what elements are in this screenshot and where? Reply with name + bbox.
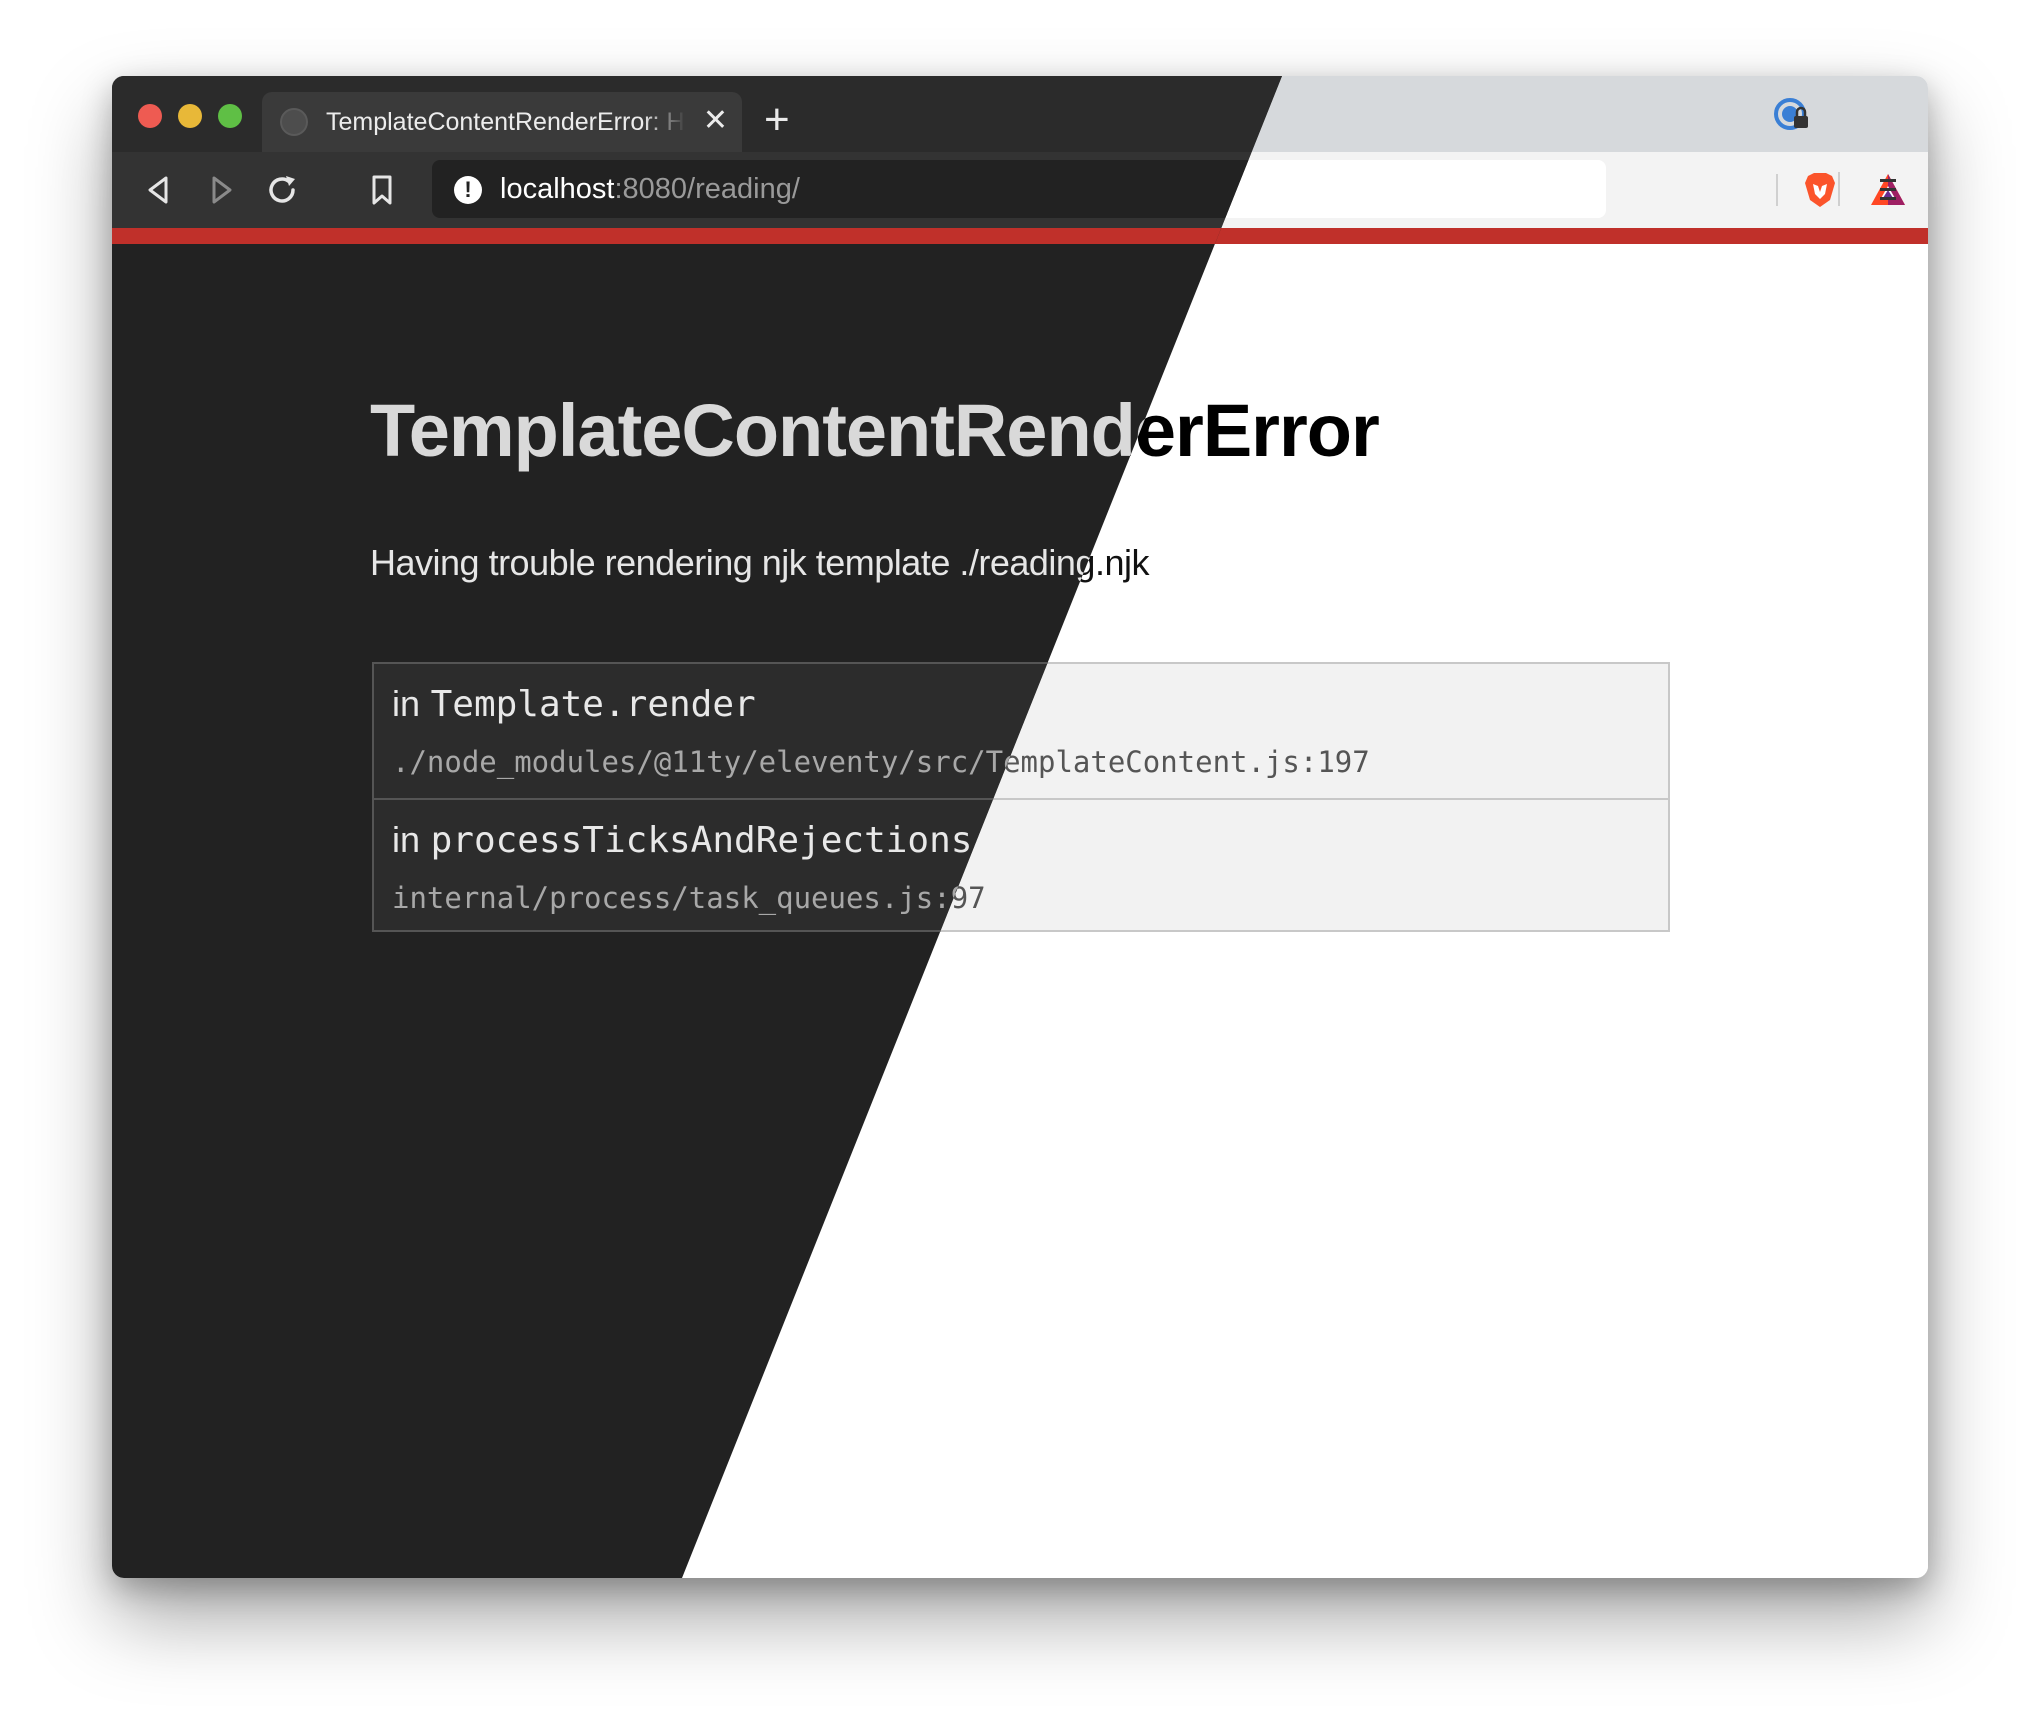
hamburger-menu-icon[interactable] (1868, 170, 1908, 210)
back-arrow-icon[interactable] (140, 170, 180, 210)
frame-prefix: in (392, 683, 421, 724)
forward-arrow-icon[interactable] (200, 170, 240, 210)
active-tab[interactable]: TemplateContentRenderError: Having troub… (262, 92, 742, 152)
minimize-window-button[interactable] (178, 104, 202, 128)
site-info-alert-icon[interactable]: ! (454, 176, 482, 204)
new-tab-button[interactable]: + (764, 98, 790, 142)
toolbar-separator (1838, 172, 1840, 206)
zoom-window-button[interactable] (218, 104, 242, 128)
reload-icon[interactable] (262, 170, 302, 210)
bookmark-icon[interactable] (362, 170, 402, 210)
address-host: localhost (500, 173, 615, 205)
globe-icon (280, 108, 308, 136)
browser-window: TemplateContentRenderError: Having troub… (112, 76, 1928, 1578)
close-window-button[interactable] (138, 104, 162, 128)
tab-title: TemplateContentRenderError: Having troub… (326, 108, 686, 136)
frame-path: internal/process/task_queues.js:97 (392, 881, 986, 915)
error-message: Having trouble rendering njk template ./… (370, 542, 1149, 583)
tab-close-icon[interactable]: ✕ (703, 104, 728, 138)
address-path: :8080/reading/ (614, 173, 800, 205)
frame-function: processTicksAndRejections (430, 820, 973, 861)
address-text[interactable]: localhost:8080/reading/ (500, 172, 800, 206)
brave-lion-icon[interactable] (1800, 170, 1840, 210)
password-manager-icon[interactable] (1772, 94, 1812, 134)
address-separator (1776, 174, 1778, 206)
frame-prefix: in (392, 819, 421, 860)
frame-function: Template.render (430, 684, 756, 725)
